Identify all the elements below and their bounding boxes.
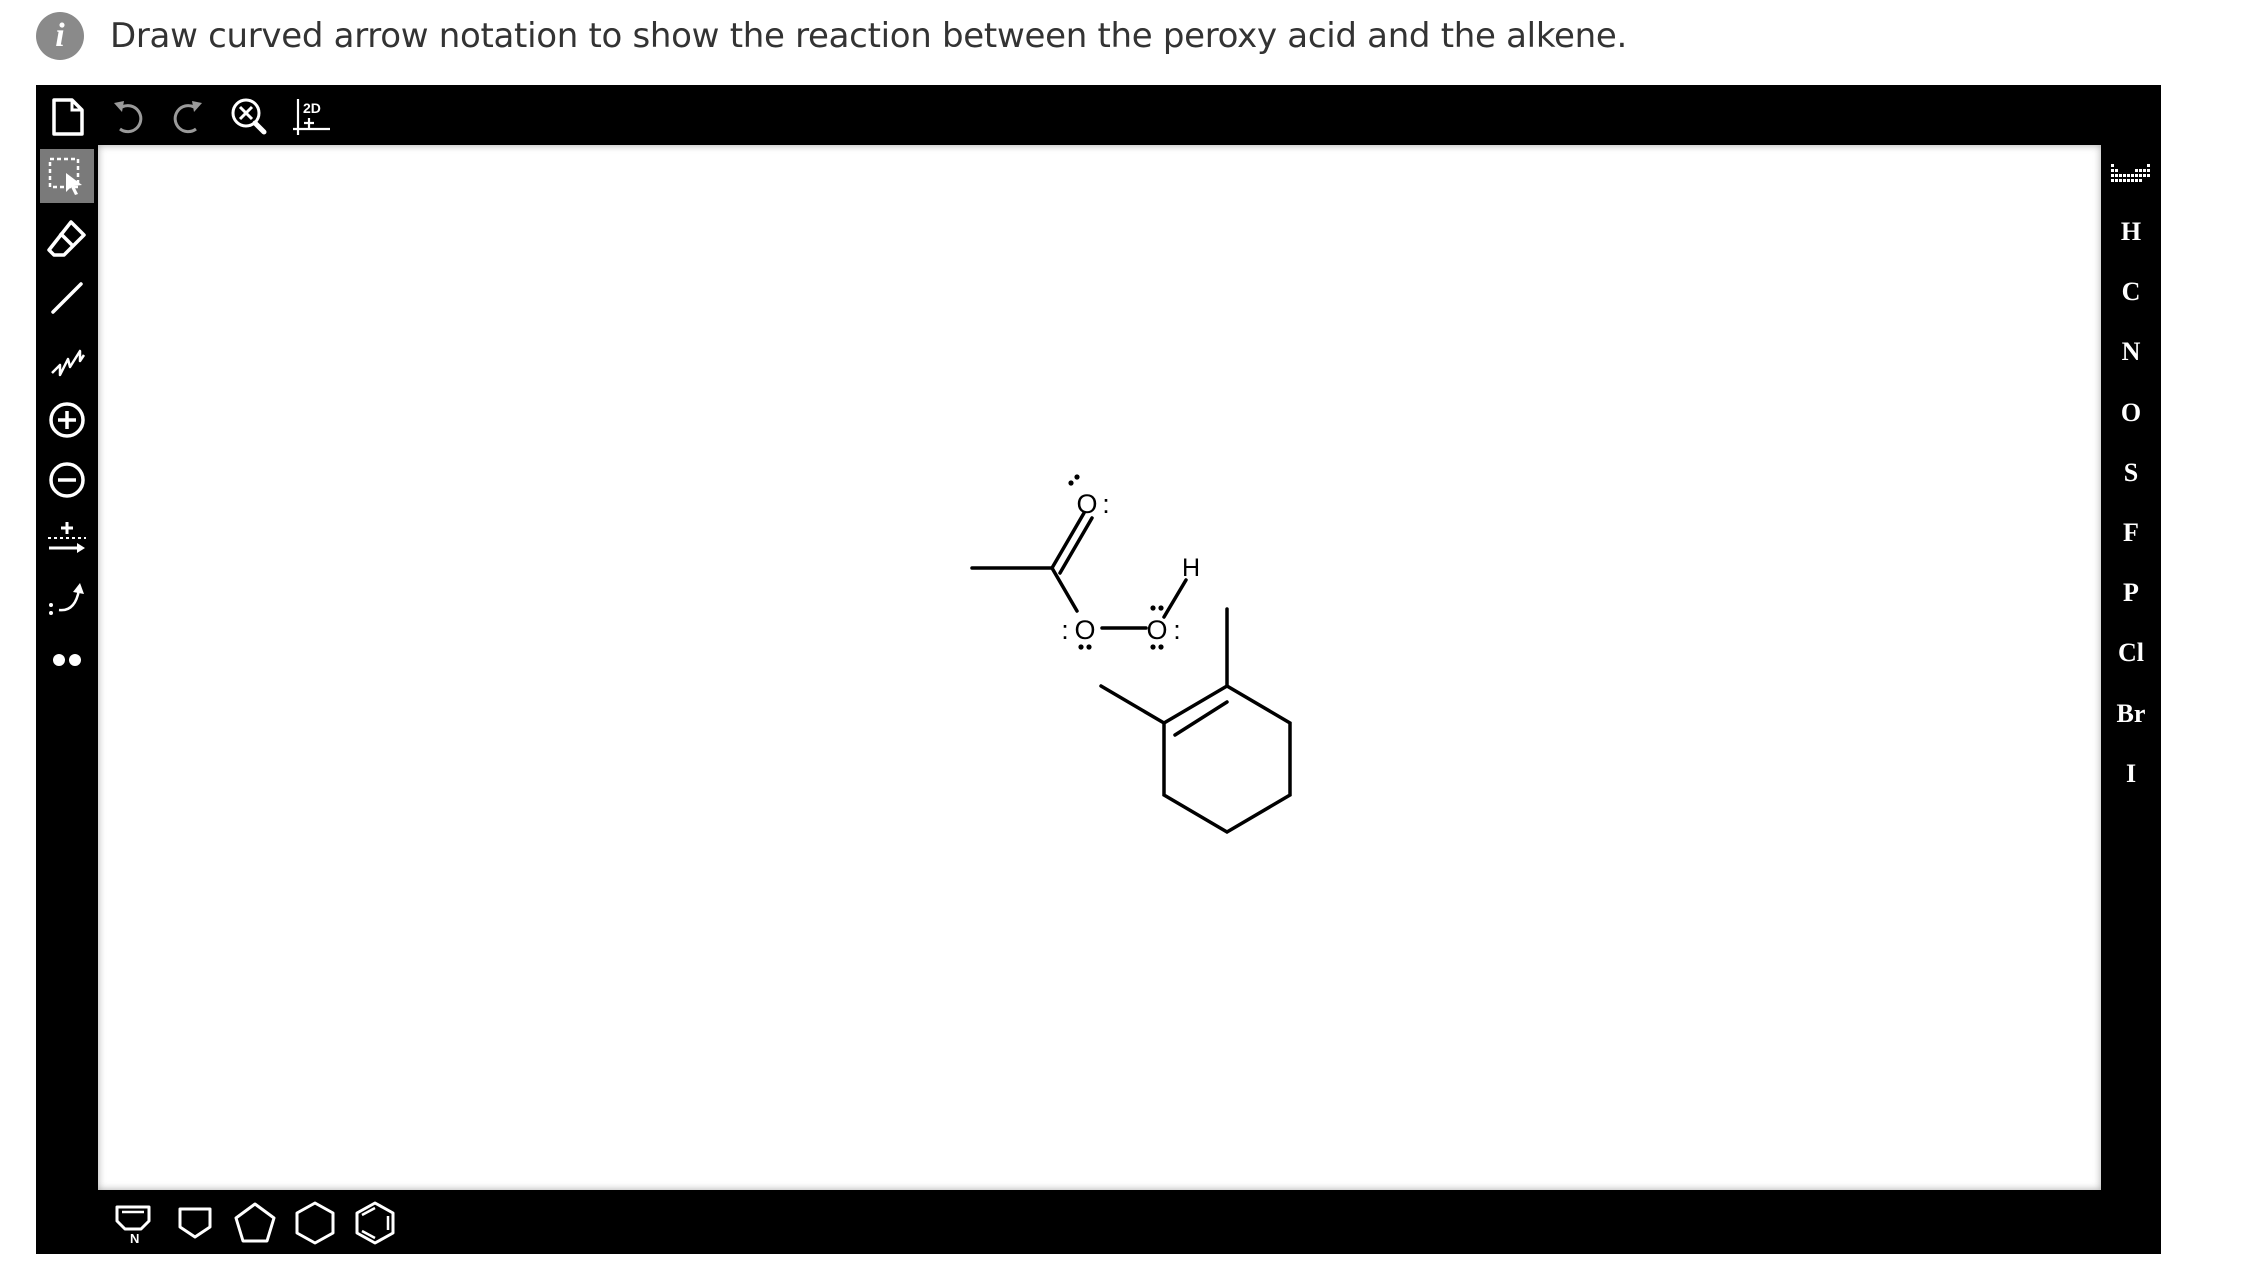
lone-pair-left: : [1061,615,1069,645]
ester-oxygen-label: O [1074,615,1095,645]
pyrrole-n-label: N [130,1231,139,1245]
molecule-editor: 2D O: O: O: H H C N O S F P Cl Br I N [36,85,2161,1254]
undo-icon[interactable] [106,95,150,139]
pyrrole-ring-icon[interactable]: N [110,1198,160,1248]
lone-pair-right: : [1102,489,1110,519]
top-toolbar: 2D [36,85,2161,145]
cyclohexane-ring-icon[interactable] [288,1196,342,1250]
periodic-table-icon[interactable] [2109,155,2153,195]
ring-methyl-bond-2 [1099,684,1166,725]
info-icon: i [36,12,84,60]
redo-icon[interactable] [166,95,210,139]
cyclopentane-ring-icon[interactable] [228,1196,282,1250]
element-s-button[interactable]: S [2101,458,2161,488]
bottom-toolbar: N [98,1190,2101,1254]
molecule-drawing: O : O : O : H [970,474,1292,835]
cyclohexene-ring [1162,683,1292,835]
curved-arrow-icon[interactable] [40,573,94,627]
right-toolbar: H C N O S F P Cl Br I [2101,145,2161,1190]
prompt-text: Draw curved arrow notation to show the r… [110,16,1627,56]
new-document-icon[interactable] [46,95,90,139]
element-f-button[interactable]: F [2101,518,2161,548]
bond-icon[interactable] [40,271,94,325]
benzene-ring-icon[interactable] [348,1196,402,1250]
eraser-icon[interactable] [40,211,94,265]
chain-icon[interactable] [40,331,94,385]
element-n-button[interactable]: N [2101,337,2161,367]
element-c-button[interactable]: C [2101,277,2161,307]
zoom-clear-icon[interactable] [226,93,274,141]
element-br-button[interactable]: Br [2101,699,2161,729]
hydroxyl-bond [1162,578,1188,619]
element-h-button[interactable]: H [2101,217,2161,247]
cleanup-label: 2D [303,100,321,116]
cyclobutane-ring-icon[interactable] [170,1198,220,1248]
question-prompt: i Draw curved arrow notation to show the… [36,8,1627,64]
ester-bond [1050,566,1079,613]
left-toolbar [36,145,98,1190]
drawing-canvas[interactable]: O : O : O : H [98,145,2101,1190]
negative-charge-icon[interactable] [40,453,94,507]
element-p-button[interactable]: P [2101,578,2161,608]
carbonyl-oxygen-label: O [1076,489,1097,519]
alkene-double-bond [1173,700,1229,737]
select-icon[interactable] [40,149,94,203]
2d-cleanup-icon[interactable]: 2D [288,93,336,141]
positive-charge-icon[interactable] [40,393,94,447]
molecule-bonds [970,511,1292,835]
lone-pair-right-2: : [1173,615,1181,645]
element-i-button[interactable]: I [2101,759,2161,789]
hydroxyl-oxygen-label: O [1146,615,1167,645]
hydrogen-label: H [1182,554,1200,582]
lone-pair-icon[interactable] [40,633,94,687]
element-o-button[interactable]: O [2101,398,2161,428]
element-cl-button[interactable]: Cl [2101,638,2161,668]
reaction-arrow-icon[interactable] [40,513,94,567]
